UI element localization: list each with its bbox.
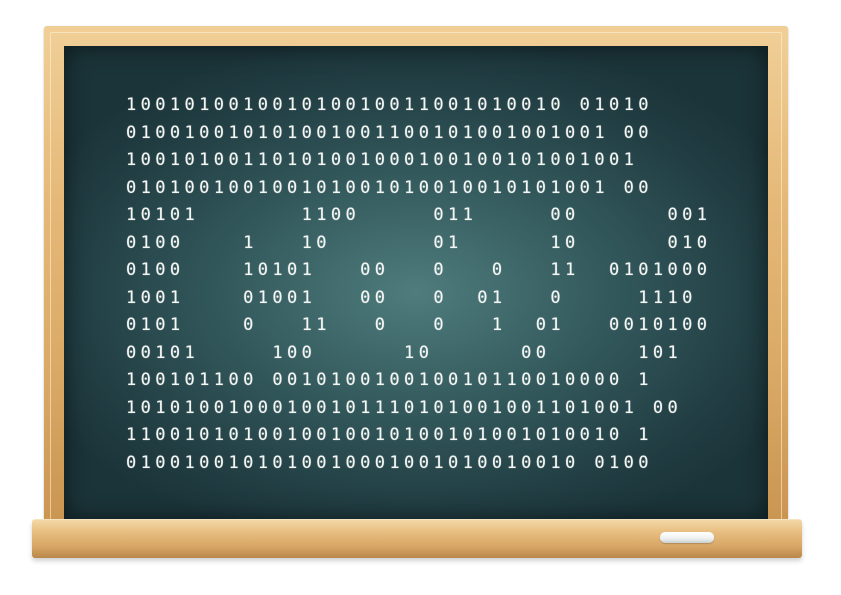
binary-row: 1100101010010010010100101001010010 1: [126, 425, 653, 445]
binary-row: 010010010101001001100101001001001 00: [126, 122, 653, 143]
binary-code-text: 100101001001010010011001010010 01010 010…: [126, 92, 726, 477]
binary-row: 10101 1100 011 00 001: [126, 205, 712, 225]
binary-row: 0101 0 11 0 0 1 01 0010100: [126, 315, 712, 335]
binary-row: 0100100101010010001001010010010 0100: [126, 452, 653, 473]
binary-row: 010100100100101001010010010101001 00: [126, 177, 653, 198]
binary-row: 0100 10101 00 0 0 11 0101000: [126, 260, 712, 280]
binary-row: 1001 01001 00 0 01 0 1110: [126, 287, 697, 308]
binary-row: 100101100 001010010010010110010000 1: [126, 370, 653, 390]
binary-row: 00101 100 10 00 101: [126, 342, 683, 363]
chalk-stick: [660, 532, 714, 543]
binary-row: 10101001000100101110101001001101001 00: [126, 397, 683, 418]
binary-row: 0100 1 10 01 10 010: [126, 232, 712, 253]
binary-row: 10010100110101001000100100101001001: [126, 150, 639, 170]
binary-row: 100101001001010010011001010010 01010: [126, 95, 653, 115]
